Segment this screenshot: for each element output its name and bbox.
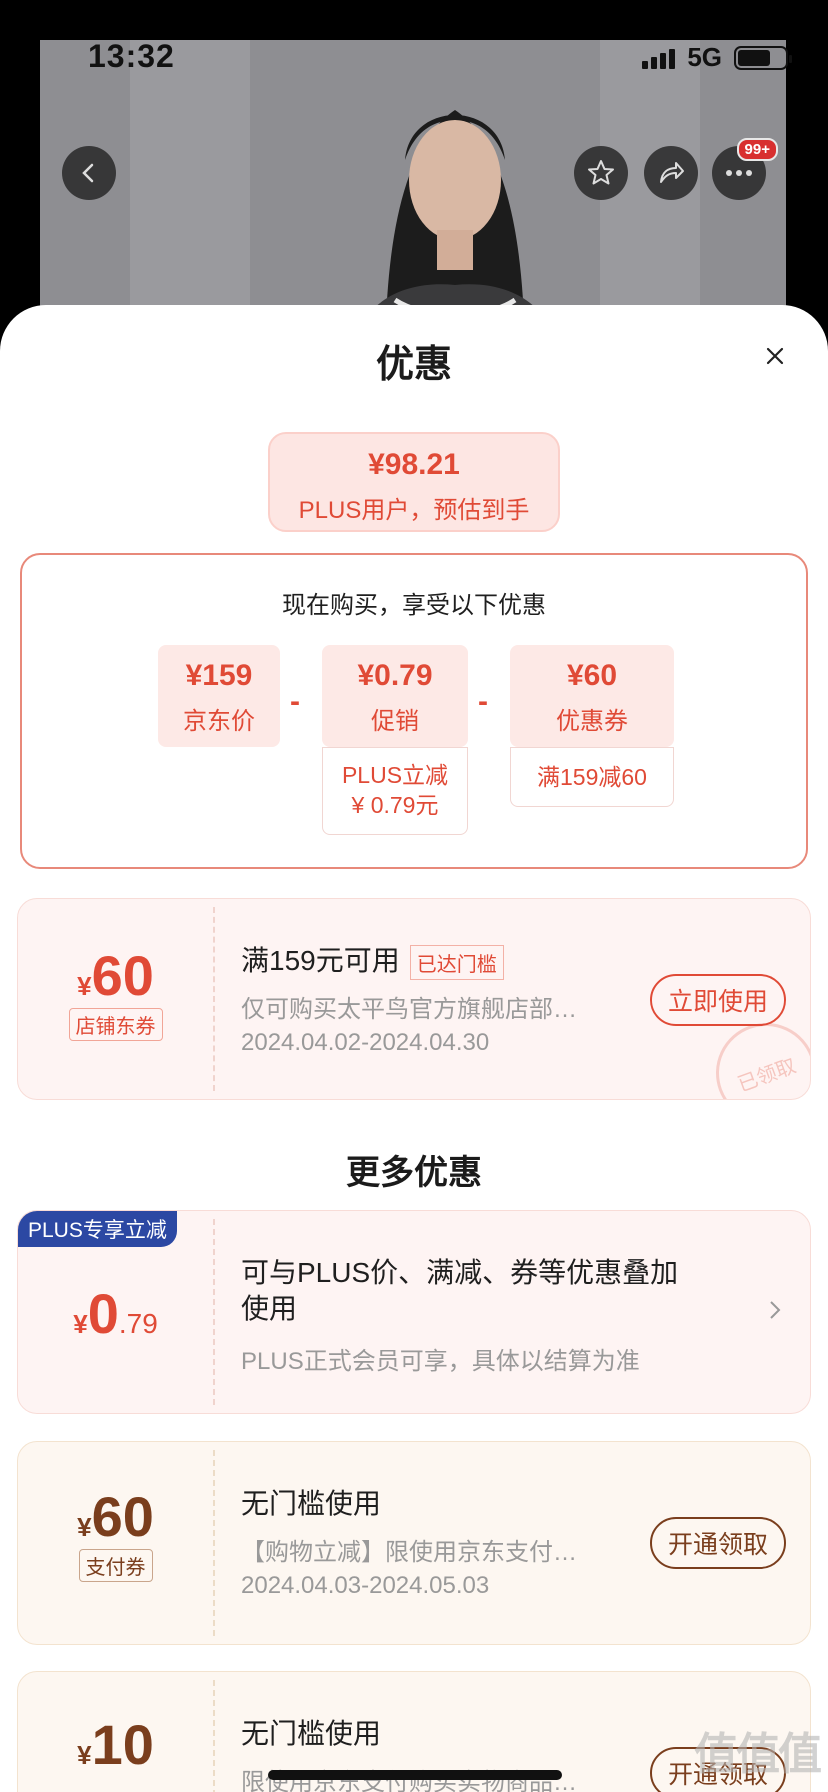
share-icon [660,162,684,183]
more-icon [726,170,752,176]
back-button[interactable] [62,146,116,200]
estimated-label: PLUS用户，预估到手 [298,497,530,524]
store-coupon-amount: ¥60 店铺东券 [18,943,213,1041]
chevron-right-icon [770,1301,781,1319]
store-coupon-desc: 仅可购买太平鸟官方旗舰店部… [241,996,577,1023]
payment-coupon-card: ¥60 支付券 无门槛使用 【购物立减】限使用京东支付… 2024.04.03-… [17,1441,811,1645]
store-coupon-card: ¥60 店铺东券 满159元可用 已达门槛 仅可购买太平鸟官方旗舰店部… 2024… [17,898,811,1100]
estimated-price: ¥98.21 [368,448,460,481]
plus-discount-card[interactable]: PLUS专享立减 ¥0.79 可与PLUS价、满减、券等优惠叠加 使用 PLUS… [17,1210,811,1414]
plus-discount-note: PLUS立减 ¥ 0.79元 [322,747,468,835]
more-offers-title: 更多优惠 [346,1154,482,1192]
model-photo [352,110,558,340]
payment-coupon-2-title: 无门槛使用 [241,1718,382,1749]
minus-sign: - [290,685,300,718]
use-now-button[interactable]: 立即使用 [649,974,786,1026]
share-button[interactable] [644,146,698,200]
message-badge: 99+ [736,138,778,161]
coupon-value: ¥60 [566,659,618,692]
plus-discount-line2: ¥ 0.79元 [351,792,439,818]
activate-claim-button[interactable]: 开通领取 [649,1517,786,1569]
breakdown-title: 现在购买，享受以下优惠 [282,592,546,619]
price-breakdown: 现在购买，享受以下优惠 ¥159 京东价 - ¥0.79 促销 PLUS立减 ¥… [20,553,808,869]
payment-coupon-date: 2024.04.03-2024.05.03 [241,1572,490,1599]
jd-price-value: ¥159 [185,659,253,692]
signal-icon [642,47,676,69]
battery-icon [734,45,792,70]
plus-ribbon: PLUS专享立减 [18,1211,177,1247]
plus-discount-desc: PLUS正式会员可享，具体以结算为准 [241,1348,640,1375]
promo-value: ¥0.79 [357,659,433,692]
chevron-left-icon [82,163,94,183]
plus-discount-amount: ¥0.79 [73,1282,158,1345]
store-coupon-title: 满159元可用 已达门槛 [241,939,504,981]
favorite-button[interactable] [574,146,628,200]
payment-coupon-2-amount: ¥10 [77,1713,154,1776]
more-button[interactable]: 99+ [712,138,778,200]
estimated-price-box: ¥98.21 PLUS用户，预估到手 [268,432,560,532]
status-bar: 13:32 5G [0,38,828,78]
plus-discount-title: 可与PLUS价、满减、券等优惠叠加 使用 [241,1257,679,1324]
coupon-note: 满159减60 [510,747,674,807]
threshold-reached-tag: 已达门槛 [409,945,504,981]
network-label: 5G [687,42,722,72]
store-coupon-date: 2024.04.02-2024.04.30 [241,1029,490,1056]
status-time: 13:32 [88,38,175,74]
payment-coupon-amount: ¥60 支付券 [18,1484,213,1582]
payment-coupon-title: 无门槛使用 [241,1488,382,1519]
store-coupon-tag: 店铺东券 [68,1008,163,1041]
star-icon [588,160,614,185]
coupon-label: 优惠券 [556,708,628,735]
minus-sign: - [478,685,488,718]
payment-coupon-desc: 【购物立减】限使用京东支付… [241,1539,577,1566]
sheet-title: 优惠 [375,344,452,386]
plus-discount-line1: PLUS立减 [341,762,449,788]
jd-price-label: 京东价 [183,708,255,735]
payment-coupon-tag: 支付券 [78,1549,153,1582]
promo-label: 促销 [371,708,419,735]
coupon-item: ¥60 优惠券 [510,645,674,747]
discount-sheet: 优惠 ¥98.21 PLUS用户，预估到手 现在购买，享受以下优惠 ¥159 京… [0,305,828,1792]
close-icon[interactable] [760,341,790,371]
promo-item: ¥0.79 促销 [322,645,468,747]
watermark: 值值值 [694,1730,822,1779]
home-indicator[interactable] [268,1770,562,1780]
jd-price-item: ¥159 京东价 [158,645,280,747]
